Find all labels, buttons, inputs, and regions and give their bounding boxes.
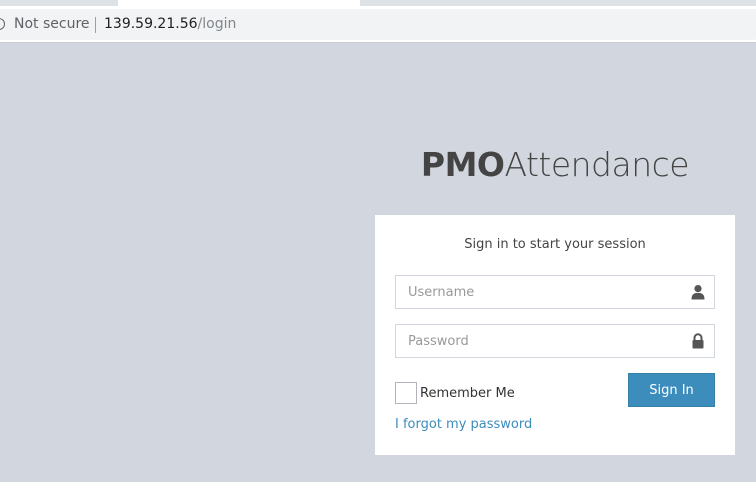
username-field	[395, 275, 715, 309]
remember-checkbox[interactable]	[395, 382, 417, 404]
forgot-password-link[interactable]: I forgot my password	[395, 417, 532, 432]
remember-me[interactable]: Remember Me	[395, 382, 515, 404]
signin-button[interactable]: Sign In	[628, 373, 715, 407]
lock-icon	[692, 333, 704, 349]
app-logo: PMOAttendance	[375, 145, 735, 184]
address-separator	[95, 17, 96, 33]
url-text[interactable]: 139.59.21.56/login	[104, 16, 236, 32]
password-field	[395, 324, 715, 358]
url-path: /login	[197, 16, 237, 32]
user-icon	[691, 285, 705, 300]
logo-bold: PMO	[420, 145, 505, 184]
url-host: 139.59.21.56	[104, 16, 198, 32]
login-box: Sign in to start your session Remember M…	[375, 215, 735, 455]
username-input[interactable]	[396, 276, 714, 308]
password-input[interactable]	[396, 325, 714, 357]
security-label[interactable]: Not secure	[14, 16, 90, 32]
remember-label: Remember Me	[420, 385, 515, 401]
logo-light: Attendance	[504, 145, 690, 184]
login-message: Sign in to start your session	[464, 237, 646, 252]
browser-toolbar: Not secure 139.59.21.56/login	[0, 6, 756, 43]
